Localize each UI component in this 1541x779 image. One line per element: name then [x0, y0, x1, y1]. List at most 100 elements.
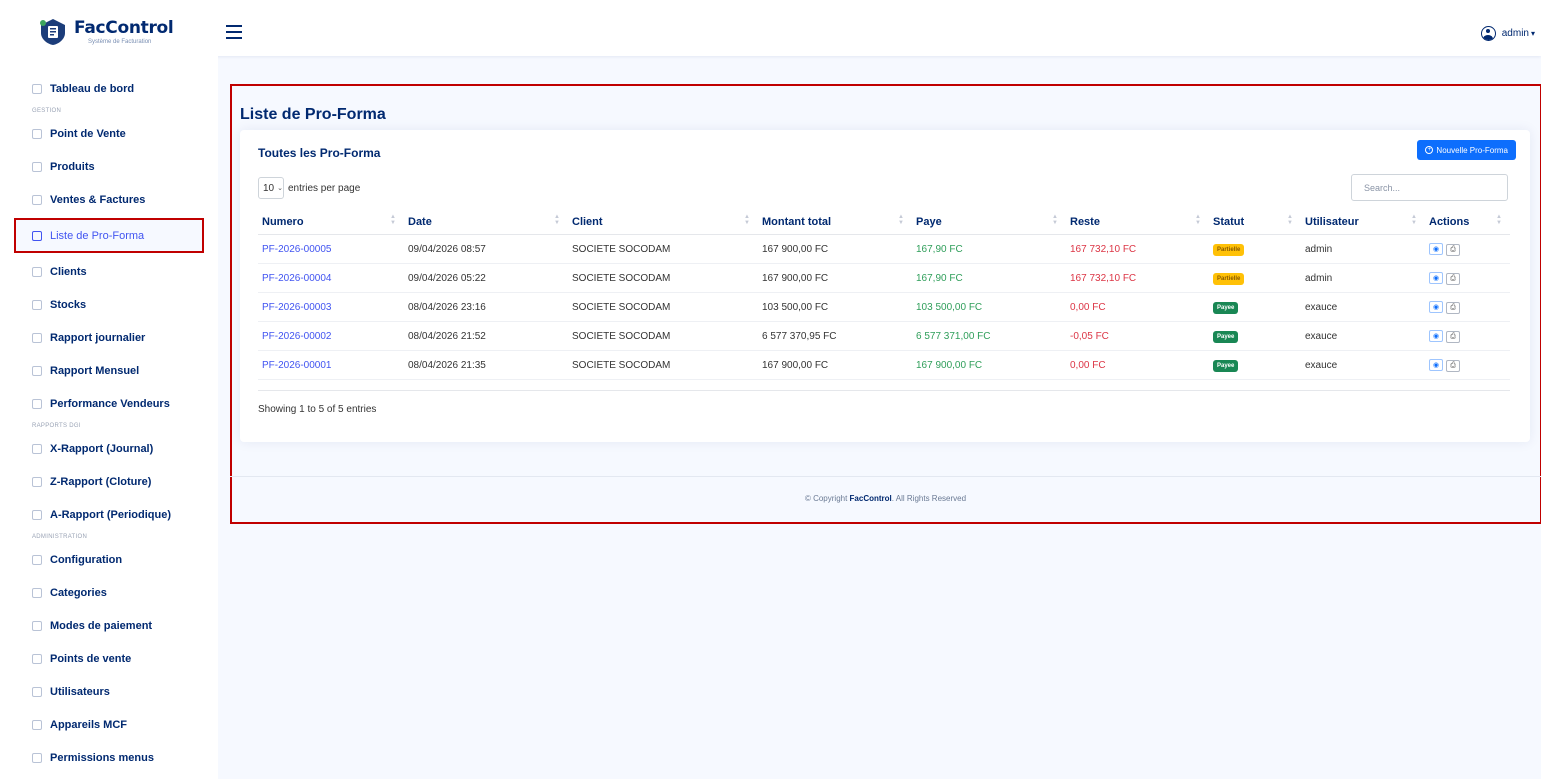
sidebar-item-clients[interactable]: Clients: [14, 255, 204, 288]
sidebar-item-label: Configuration: [50, 553, 123, 566]
utilisateur-value: exauce: [1305, 330, 1338, 342]
column-header[interactable]: Utilisateur ▲ ▼: [1301, 214, 1425, 228]
view-icon[interactable]: ◉: [1429, 358, 1443, 371]
sidebar-item-label: Performance Vendeurs: [50, 397, 170, 410]
sidebar-item-label: X-Rapport (Journal): [50, 442, 154, 455]
view-icon[interactable]: ◉: [1429, 300, 1443, 313]
numero-value[interactable]: PF-2026-00005: [262, 244, 332, 255]
sidebar-item-modes-de-paiement[interactable]: Modes de paiement: [14, 609, 204, 642]
sidebar-item-points-de-vente[interactable]: Points de vente: [14, 642, 204, 675]
x-rapport-journal-icon: [32, 443, 42, 454]
logo-title: FacControl: [74, 17, 174, 38]
numero-value[interactable]: PF-2026-00004: [262, 273, 332, 284]
search-input[interactable]: Search...: [1351, 174, 1508, 201]
reste-value: 0,00 FC: [1070, 359, 1106, 371]
client-value: SOCIETE SOCODAM: [572, 359, 671, 371]
cell-utilisateur: admin: [1301, 273, 1425, 284]
sidebar-item-x-rapport-journal[interactable]: X-Rapport (Journal): [14, 432, 204, 465]
sidebar-item-label: Utilisateurs: [50, 685, 110, 698]
sidebar-item-tableau-de-bord[interactable]: Tableau de bord: [14, 72, 204, 105]
points-de-vente-icon: [32, 653, 42, 664]
modes-de-paiement-icon: [32, 620, 42, 631]
print-icon[interactable]: ⎙: [1446, 330, 1460, 343]
cell-montant: 167 900,00 FC: [758, 273, 912, 284]
rapport-journalier-icon: [32, 332, 42, 343]
sidebar-item-rapport-journalier[interactable]: Rapport journalier: [14, 321, 204, 354]
column-header[interactable]: Date ▲ ▼: [404, 214, 568, 228]
view-icon[interactable]: ◉: [1429, 329, 1443, 342]
configuration-icon: [32, 554, 42, 565]
status-badge: Partielle: [1213, 243, 1245, 256]
chevron-down-icon: ⌄: [277, 185, 283, 192]
sidebar-item-label: Appareils MCF: [50, 718, 128, 731]
cell-actions: ◉ ⎙: [1425, 300, 1510, 314]
column-header[interactable]: Reste ▲ ▼: [1066, 214, 1209, 228]
cell-paye: 103 500,00 FC: [912, 302, 1066, 313]
paye-value: 167 900,00 FC: [916, 359, 983, 371]
cell-actions: ◉ ⎙: [1425, 358, 1510, 372]
print-icon[interactable]: ⎙: [1446, 272, 1460, 285]
column-header[interactable]: Client ▲ ▼: [568, 214, 758, 228]
logo[interactable]: FacControl Système de Facturation: [0, 8, 220, 56]
point-de-vente-icon: [32, 128, 42, 139]
permissions-menus-icon: [32, 752, 42, 763]
view-icon[interactable]: ◉: [1429, 271, 1443, 284]
sidebar-item-stocks[interactable]: Stocks: [14, 288, 204, 321]
column-header[interactable]: Paye ▲ ▼: [912, 214, 1066, 228]
print-icon[interactable]: ⎙: [1446, 243, 1460, 256]
cell-paye: 167,90 FC: [912, 273, 1066, 284]
sidebar-item-rapport-mensuel[interactable]: Rapport Mensuel: [14, 354, 204, 387]
sidebar-item-utilisateurs[interactable]: Utilisateurs: [14, 675, 204, 708]
numero-value[interactable]: PF-2026-00003: [262, 302, 332, 313]
cell-numero: PF-2026-00003: [258, 302, 404, 313]
table-row: PF-2026-00001 08/04/2026 21:35 SOCIETE SOC…: [258, 351, 1510, 380]
cell-utilisateur: exauce: [1301, 331, 1425, 342]
sidebar-item-point-de-vente[interactable]: Point de Vente: [14, 117, 204, 150]
sidebar-item-categories[interactable]: Categories: [14, 576, 204, 609]
column-header[interactable]: Statut ▲ ▼: [1209, 214, 1301, 228]
appareils-mcf-icon: [32, 719, 42, 730]
entries-per-page: 10 ⌄ entries per page: [258, 177, 360, 199]
user-profile-menu[interactable]: admin ▾: [1480, 26, 1535, 41]
print-icon[interactable]: ⎙: [1446, 301, 1460, 314]
view-icon[interactable]: ◉: [1429, 242, 1443, 255]
sidebar-item-liste-de-pro-forma[interactable]: Liste de Pro-Forma: [14, 218, 204, 253]
cell-date: 08/04/2026 21:52: [404, 331, 568, 342]
cell-reste: 167 732,10 FC: [1066, 273, 1209, 284]
column-header[interactable]: Numero ▲ ▼: [258, 214, 404, 228]
cell-date: 09/04/2026 08:57: [404, 244, 568, 255]
sidebar-item-produits[interactable]: Produits: [14, 150, 204, 183]
column-header[interactable]: Actions ▲ ▼: [1425, 214, 1510, 228]
sidebar-item-label: Tableau de bord: [50, 82, 135, 95]
nav-heading: RAPPORTS DGI: [32, 423, 81, 429]
menu-toggle-icon[interactable]: [226, 25, 242, 39]
status-badge: Payee: [1213, 330, 1239, 343]
sidebar-item-a-rapport-periodique[interactable]: A-Rapport (Periodique): [14, 498, 204, 531]
montant-value: 6 577 370,95 FC: [762, 330, 837, 342]
new-proforma-button[interactable]: + Nouvelle Pro-Forma: [1417, 140, 1516, 160]
cell-paye: 167 900,00 FC: [912, 360, 1066, 371]
ventes-factures-icon: [32, 194, 42, 205]
sidebar-item-label: Permissions menus: [50, 751, 154, 764]
sidebar-item-performance-vendeurs[interactable]: Performance Vendeurs: [14, 387, 204, 420]
numero-value[interactable]: PF-2026-00001: [262, 360, 332, 371]
per-page-select[interactable]: 10 ⌄: [258, 177, 284, 199]
cell-reste: 0,00 FC: [1066, 360, 1209, 371]
sidebar-item-configuration[interactable]: Configuration: [14, 543, 204, 576]
card-title: Toutes les Pro-Forma: [258, 146, 381, 160]
sidebar-item-label: Point de Vente: [50, 127, 126, 140]
sort-icon: ▲ ▼: [744, 214, 750, 226]
column-header-label: Date: [408, 216, 432, 228]
paye-value: 167,90 FC: [916, 272, 963, 284]
footer: © Copyright FacControl. All Rights Reser…: [804, 494, 967, 503]
sidebar-item-ventes-factures[interactable]: Ventes & Factures: [14, 183, 204, 216]
nav-heading: GESTION: [32, 108, 62, 114]
sidebar-item-z-rapport-cloture[interactable]: Z-Rapport (Cloture): [14, 465, 204, 498]
user-avatar-icon: [1480, 26, 1496, 41]
sidebar-item-appareils-mcf[interactable]: Appareils MCF: [14, 708, 204, 741]
numero-value[interactable]: PF-2026-00002: [262, 331, 332, 342]
sidebar-item-permissions-menus[interactable]: Permissions menus: [14, 741, 204, 774]
table-header: Numero ▲ ▼ Date ▲ ▼ Client ▲ ▼ Montant total ▲ ▼ Pay…: [258, 210, 1510, 235]
column-header[interactable]: Montant total ▲ ▼: [758, 214, 912, 228]
print-icon[interactable]: ⎙: [1446, 359, 1460, 372]
